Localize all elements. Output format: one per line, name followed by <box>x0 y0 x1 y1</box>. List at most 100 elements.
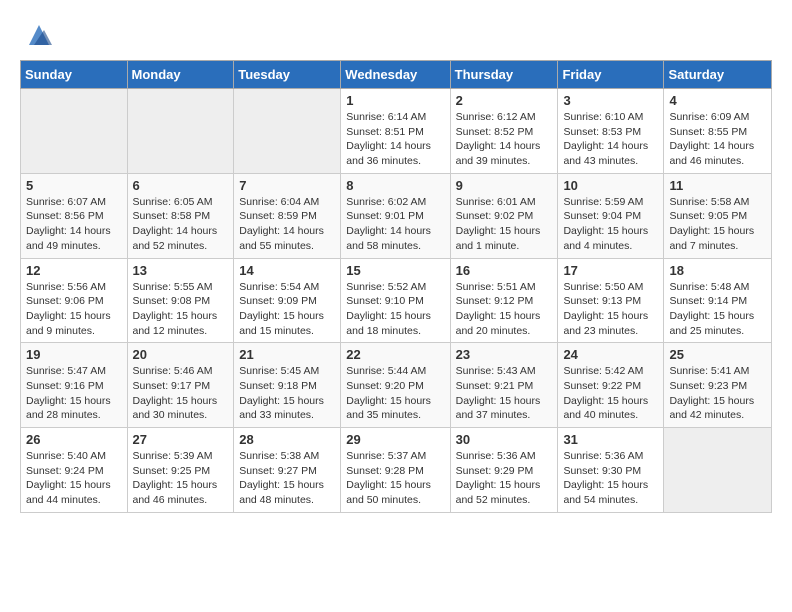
day-number: 2 <box>456 93 553 108</box>
day-number: 11 <box>669 178 766 193</box>
day-info: Sunrise: 5:58 AM Sunset: 9:05 PM Dayligh… <box>669 195 766 254</box>
day-number: 12 <box>26 263 122 278</box>
calendar-table: SundayMondayTuesdayWednesdayThursdayFrid… <box>20 60 772 513</box>
day-number: 24 <box>563 347 658 362</box>
logo-icon <box>24 20 54 50</box>
day-info: Sunrise: 5:40 AM Sunset: 9:24 PM Dayligh… <box>26 449 122 508</box>
day-number: 31 <box>563 432 658 447</box>
day-number: 27 <box>133 432 229 447</box>
day-number: 28 <box>239 432 335 447</box>
calendar-week-row: 26 Sunrise: 5:40 AM Sunset: 9:24 PM Dayli… <box>21 428 772 513</box>
day-info: Sunrise: 6:05 AM Sunset: 8:58 PM Dayligh… <box>133 195 229 254</box>
calendar-cell: 13Sunrise: 5:55 AM Sunset: 9:08 PM Dayli… <box>127 258 234 343</box>
calendar-cell: 24 Sunrise: 5:42 AM Sunset: 9:22 PM Dayli… <box>558 343 664 428</box>
calendar-cell: 28 Sunrise: 5:38 AM Sunset: 9:27 PM Dayli… <box>234 428 341 513</box>
calendar-cell: 9 Sunrise: 6:01 AM Sunset: 9:02 PM Daylig… <box>450 173 558 258</box>
day-number: 1 <box>346 93 444 108</box>
calendar-cell: 4 Sunrise: 6:09 AM Sunset: 8:55 PM Daylig… <box>664 89 772 174</box>
day-info: Sunrise: 5:37 AM Sunset: 9:28 PM Dayligh… <box>346 449 444 508</box>
calendar-cell: 7 Sunrise: 6:04 AM Sunset: 8:59 PM Daylig… <box>234 173 341 258</box>
day-number: 5 <box>26 178 122 193</box>
day-info: Sunrise: 5:38 AM Sunset: 9:27 PM Dayligh… <box>239 449 335 508</box>
day-info: Sunrise: 6:09 AM Sunset: 8:55 PM Dayligh… <box>669 110 766 169</box>
day-info: Sunrise: 6:04 AM Sunset: 8:59 PM Dayligh… <box>239 195 335 254</box>
day-number: 15 <box>346 263 444 278</box>
day-info: Sunrise: 5:54 AM Sunset: 9:09 PM Dayligh… <box>239 280 335 339</box>
calendar-cell: 30Sunrise: 5:36 AM Sunset: 9:29 PM Dayli… <box>450 428 558 513</box>
day-info: Sunrise: 5:36 AM Sunset: 9:30 PM Dayligh… <box>563 449 658 508</box>
day-info: Sunrise: 6:01 AM Sunset: 9:02 PM Dayligh… <box>456 195 553 254</box>
day-number: 10 <box>563 178 658 193</box>
day-header-friday: Friday <box>558 61 664 89</box>
day-header-sunday: Sunday <box>21 61 128 89</box>
day-number: 21 <box>239 347 335 362</box>
calendar-week-row: 5 Sunrise: 6:07 AM Sunset: 8:56 PM Daylig… <box>21 173 772 258</box>
calendar-cell: 8 Sunrise: 6:02 AM Sunset: 9:01 PM Daylig… <box>341 173 450 258</box>
day-number: 23 <box>456 347 553 362</box>
day-number: 19 <box>26 347 122 362</box>
day-info: Sunrise: 6:02 AM Sunset: 9:01 PM Dayligh… <box>346 195 444 254</box>
day-info: Sunrise: 5:56 AM Sunset: 9:06 PM Dayligh… <box>26 280 122 339</box>
calendar-cell: 6 Sunrise: 6:05 AM Sunset: 8:58 PM Daylig… <box>127 173 234 258</box>
calendar-cell: 27 Sunrise: 5:39 AM Sunset: 9:25 PM Dayli… <box>127 428 234 513</box>
calendar-cell: 20 Sunrise: 5:46 AM Sunset: 9:17 PM Dayli… <box>127 343 234 428</box>
calendar-cell: 21 Sunrise: 5:45 AM Sunset: 9:18 PM Dayli… <box>234 343 341 428</box>
calendar-cell: 23 Sunrise: 5:43 AM Sunset: 9:21 PM Dayli… <box>450 343 558 428</box>
calendar-cell <box>21 89 128 174</box>
day-number: 9 <box>456 178 553 193</box>
day-header-thursday: Thursday <box>450 61 558 89</box>
day-info: Sunrise: 6:10 AM Sunset: 8:53 PM Dayligh… <box>563 110 658 169</box>
day-number: 20 <box>133 347 229 362</box>
calendar-week-row: 1 Sunrise: 6:14 AM Sunset: 8:51 PM Daylig… <box>21 89 772 174</box>
day-info: Sunrise: 5:55 AM Sunset: 9:08 PM Dayligh… <box>133 280 229 339</box>
day-number: 18 <box>669 263 766 278</box>
day-header-saturday: Saturday <box>664 61 772 89</box>
day-info: Sunrise: 5:51 AM Sunset: 9:12 PM Dayligh… <box>456 280 553 339</box>
day-info: Sunrise: 6:14 AM Sunset: 8:51 PM Dayligh… <box>346 110 444 169</box>
day-info: Sunrise: 5:45 AM Sunset: 9:18 PM Dayligh… <box>239 364 335 423</box>
calendar-cell: 17Sunrise: 5:50 AM Sunset: 9:13 PM Dayli… <box>558 258 664 343</box>
calendar-week-row: 12 Sunrise: 5:56 AM Sunset: 9:06 PM Dayli… <box>21 258 772 343</box>
day-info: Sunrise: 5:43 AM Sunset: 9:21 PM Dayligh… <box>456 364 553 423</box>
calendar-cell: 31 Sunrise: 5:36 AM Sunset: 9:30 PM Dayli… <box>558 428 664 513</box>
day-info: Sunrise: 5:59 AM Sunset: 9:04 PM Dayligh… <box>563 195 658 254</box>
calendar-cell: 22Sunrise: 5:44 AM Sunset: 9:20 PM Dayli… <box>341 343 450 428</box>
day-info: Sunrise: 5:46 AM Sunset: 9:17 PM Dayligh… <box>133 364 229 423</box>
day-info: Sunrise: 5:52 AM Sunset: 9:10 PM Dayligh… <box>346 280 444 339</box>
day-number: 17 <box>563 263 658 278</box>
calendar-cell: 5 Sunrise: 6:07 AM Sunset: 8:56 PM Daylig… <box>21 173 128 258</box>
day-number: 7 <box>239 178 335 193</box>
calendar-cell: 16 Sunrise: 5:51 AM Sunset: 9:12 PM Dayli… <box>450 258 558 343</box>
calendar-cell: 10 Sunrise: 5:59 AM Sunset: 9:04 PM Dayli… <box>558 173 664 258</box>
calendar-cell: 19Sunrise: 5:47 AM Sunset: 9:16 PM Dayli… <box>21 343 128 428</box>
day-number: 6 <box>133 178 229 193</box>
calendar-cell: 29 Sunrise: 5:37 AM Sunset: 9:28 PM Dayli… <box>341 428 450 513</box>
day-info: Sunrise: 6:07 AM Sunset: 8:56 PM Dayligh… <box>26 195 122 254</box>
day-number: 14 <box>239 263 335 278</box>
calendar-cell: 11 Sunrise: 5:58 AM Sunset: 9:05 PM Dayli… <box>664 173 772 258</box>
day-info: Sunrise: 5:48 AM Sunset: 9:14 PM Dayligh… <box>669 280 766 339</box>
day-info: Sunrise: 5:41 AM Sunset: 9:23 PM Dayligh… <box>669 364 766 423</box>
day-number: 29 <box>346 432 444 447</box>
day-number: 16 <box>456 263 553 278</box>
day-number: 25 <box>669 347 766 362</box>
calendar-cell: 3 Sunrise: 6:10 AM Sunset: 8:53 PM Daylig… <box>558 89 664 174</box>
calendar-cell: 2 Sunrise: 6:12 AM Sunset: 8:52 PM Daylig… <box>450 89 558 174</box>
day-number: 26 <box>26 432 122 447</box>
calendar-cell <box>664 428 772 513</box>
day-info: Sunrise: 5:42 AM Sunset: 9:22 PM Dayligh… <box>563 364 658 423</box>
calendar-header-row: SundayMondayTuesdayWednesdayThursdayFrid… <box>21 61 772 89</box>
calendar-cell: 12 Sunrise: 5:56 AM Sunset: 9:06 PM Dayli… <box>21 258 128 343</box>
day-info: Sunrise: 6:12 AM Sunset: 8:52 PM Dayligh… <box>456 110 553 169</box>
day-header-monday: Monday <box>127 61 234 89</box>
calendar-week-row: 19Sunrise: 5:47 AM Sunset: 9:16 PM Dayli… <box>21 343 772 428</box>
calendar-cell: 14 Sunrise: 5:54 AM Sunset: 9:09 PM Dayli… <box>234 258 341 343</box>
calendar-cell <box>127 89 234 174</box>
day-number: 4 <box>669 93 766 108</box>
day-number: 3 <box>563 93 658 108</box>
day-header-tuesday: Tuesday <box>234 61 341 89</box>
day-info: Sunrise: 5:39 AM Sunset: 9:25 PM Dayligh… <box>133 449 229 508</box>
calendar-cell: 26 Sunrise: 5:40 AM Sunset: 9:24 PM Dayli… <box>21 428 128 513</box>
calendar-cell: 1 Sunrise: 6:14 AM Sunset: 8:51 PM Daylig… <box>341 89 450 174</box>
day-number: 8 <box>346 178 444 193</box>
